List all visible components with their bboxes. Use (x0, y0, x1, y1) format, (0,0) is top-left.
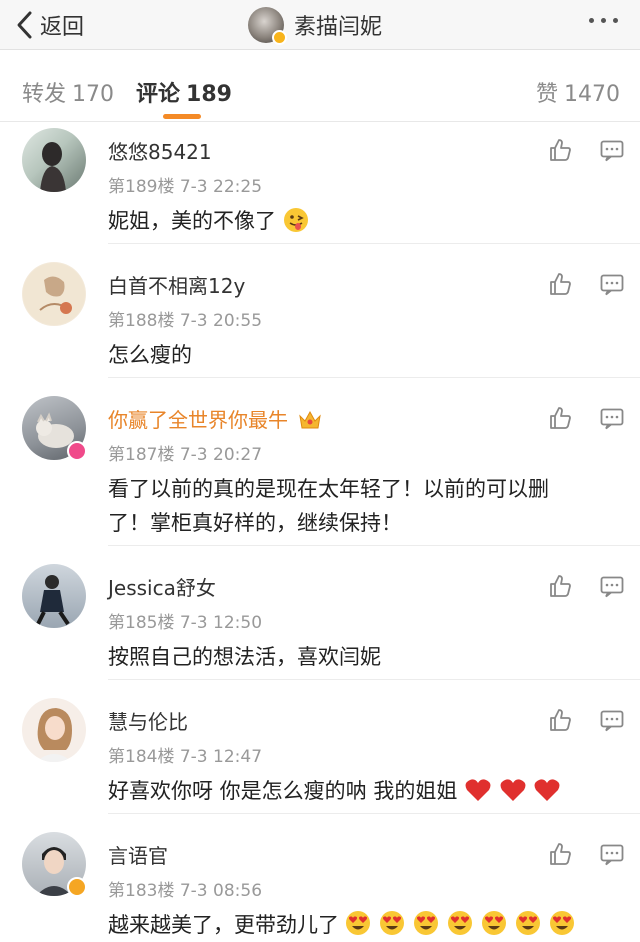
like-icon[interactable] (548, 842, 572, 866)
tongue-face-icon (283, 208, 308, 232)
tab-bar: 转发 170 评论 189 赞 1470 (0, 58, 640, 122)
avatar-image (40, 142, 66, 192)
avatar[interactable] (22, 262, 86, 326)
comment-text: 越来越美了，更带劲儿了 (108, 908, 608, 942)
avatar-image (36, 575, 70, 626)
comment-item: 言语官 第183楼 7-3 08:56 越来越美了，更带劲儿了 (0, 832, 640, 942)
heart-eyes-icon (482, 911, 506, 935)
tab-count: 170 (72, 82, 115, 107)
verified-badge-icon (272, 30, 287, 45)
active-tab-indicator (163, 114, 201, 119)
comment-text-content: 好喜欢你呀 你是怎么瘦的呐 我的姐姐 (108, 779, 458, 803)
comment-meta: 第189楼 7-3 22:25 (108, 177, 263, 197)
comment-meta: 第185楼 7-3 12:50 (108, 613, 263, 633)
tab-reposts[interactable]: 转发 170 (22, 76, 114, 108)
tab-likes[interactable]: 赞 1470 (536, 76, 620, 108)
chevron-left-icon (17, 11, 32, 39)
comment-text: 怎么瘦的 (108, 343, 192, 367)
heart-eyes-icon (414, 911, 438, 935)
comment-reply-icon[interactable] (600, 710, 624, 732)
avatar[interactable] (22, 564, 86, 628)
page-title: 素描闫妮 (294, 15, 383, 40)
comment-meta: 第183楼 7-3 08:56 (108, 881, 263, 901)
comment-text: 妮姐，美的不像了 (108, 204, 608, 238)
like-icon[interactable] (548, 406, 572, 430)
comment-item: Jessica舒女 第185楼 7-3 12:50 按照自己的想法活，喜欢闫妮 (0, 564, 640, 680)
back-button[interactable]: 返回 (14, 8, 84, 42)
comment-meta: 第188楼 7-3 20:55 (108, 311, 263, 331)
red-heart-icon (500, 779, 526, 801)
vip-crown-icon (299, 410, 322, 429)
comment-text-line: 看了以前的真的是现在太年轻了！以前的可以删 (108, 477, 549, 501)
avatar[interactable] (22, 698, 86, 762)
comment-item: 慧与伦比 第184楼 7-3 12:47 好喜欢你呀 你是怎么瘦的呐 我的姐姐 (0, 698, 640, 814)
avatar-image (36, 708, 72, 762)
comment-item: 白首不相离12y 第188楼 7-3 20:55 怎么瘦的 (0, 262, 640, 378)
comment-text-content: 妮姐，美的不像了 (108, 209, 276, 233)
comment-text-line: 了！掌柜真好样的，继续保持！ (108, 511, 402, 535)
tab-label: 赞 (536, 82, 559, 107)
tab-comments[interactable]: 评论 189 (136, 76, 232, 108)
comment-username[interactable]: Jessica舒女 (108, 572, 216, 601)
comment-text-content: 越来越美了，更带劲儿了 (108, 913, 339, 937)
like-icon[interactable] (548, 138, 572, 162)
comment-text: 好喜欢你呀 你是怎么瘦的呐 我的姐姐 (108, 774, 608, 808)
comment-reply-icon[interactable] (600, 408, 624, 430)
dot-icon (589, 18, 594, 23)
tab-count: 189 (186, 82, 232, 107)
red-heart-icon (534, 779, 560, 801)
comment-item: 你赢了全世界你最牛 第187楼 7-3 20:27 看了以前的真的是现在太年轻了… (0, 396, 640, 546)
heart-eyes-icon (448, 911, 472, 935)
heart-eyes-icon (346, 911, 370, 935)
avatar[interactable] (22, 128, 86, 192)
comment-text: 看了以前的真的是现在太年轻了！以前的可以删 了！掌柜真好样的，继续保持！ (108, 472, 608, 540)
divider (108, 813, 640, 814)
divider (108, 243, 640, 244)
verified-badge-icon (67, 877, 87, 897)
divider (108, 679, 640, 680)
dot-icon (613, 18, 618, 23)
comment-username[interactable]: 慧与伦比 (108, 706, 188, 735)
comment-reply-icon[interactable] (600, 274, 624, 296)
comment-username[interactable]: 你赢了全世界你最牛 (108, 404, 322, 433)
navigation-bar: 返回 素描闫妮 (0, 0, 640, 50)
comment-reply-icon[interactable] (600, 844, 624, 866)
comment-reply-icon[interactable] (600, 140, 624, 162)
comment-meta: 第187楼 7-3 20:27 (108, 445, 263, 465)
tab-count: 1470 (564, 82, 621, 107)
heart-eyes-icon (516, 911, 540, 935)
comment-username[interactable]: 言语官 (108, 840, 168, 869)
comment-item: 悠悠85421 第189楼 7-3 22:25 妮姐，美的不像了 (0, 128, 640, 244)
avatar (248, 7, 287, 45)
comment-username[interactable]: 悠悠85421 (108, 136, 212, 165)
like-icon[interactable] (548, 574, 572, 598)
back-label: 返回 (40, 15, 85, 40)
like-icon[interactable] (548, 708, 572, 732)
comment-meta: 第184楼 7-3 12:47 (108, 747, 263, 767)
heart-eyes-icon (380, 911, 404, 935)
profile-header[interactable]: 素描闫妮 (248, 6, 383, 45)
vip-badge-icon (67, 441, 87, 461)
tab-label: 转发 (22, 82, 67, 107)
dot-icon (601, 18, 606, 23)
tab-label: 评论 (136, 82, 181, 107)
more-options-button[interactable] (589, 18, 618, 23)
divider (108, 377, 640, 378)
comment-reply-icon[interactable] (600, 576, 624, 598)
avatar-image (23, 263, 85, 325)
divider (108, 545, 640, 546)
heart-eyes-icon (550, 911, 574, 935)
username-text: 你赢了全世界你最牛 (108, 408, 288, 432)
like-icon[interactable] (548, 272, 572, 296)
comment-text: 按照自己的想法活，喜欢闫妮 (108, 645, 381, 669)
red-heart-icon (465, 779, 491, 801)
emoji-row (339, 911, 577, 937)
comment-username[interactable]: 白首不相离12y (108, 270, 245, 299)
